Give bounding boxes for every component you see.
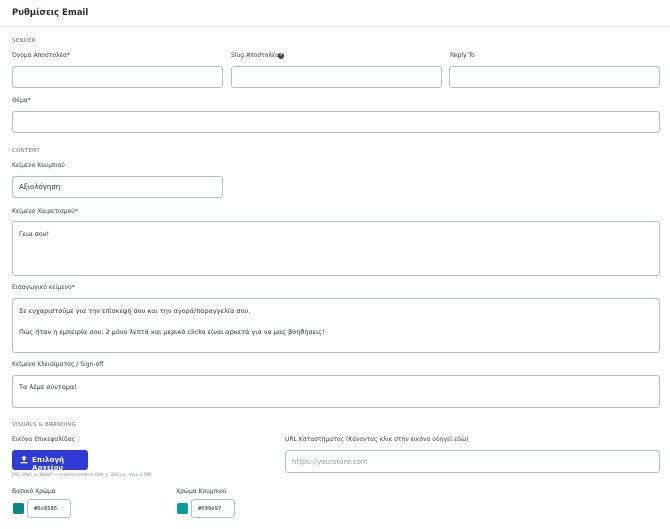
signoff-label: Κείμενο Κλεισίματος / Sign-off	[12, 361, 104, 368]
page-header: Ρυθμίσεις Email	[0, 0, 670, 27]
upload-button-label: Επιλογή Αρχείου	[32, 456, 65, 472]
section-content-label: CONTENT	[12, 148, 40, 154]
header-image-label: Εικόνα Επικεφαλίδας	[12, 436, 76, 443]
greeting-value: Γεια σου!	[19, 230, 50, 238]
question-circle-icon[interactable]: ?	[278, 53, 284, 59]
section-sender-label: SENDER	[12, 38, 36, 44]
reply-to-input[interactable]	[449, 66, 660, 88]
section-visuals-label: VISUALS & BRANDING	[12, 422, 77, 428]
upload-icon	[20, 455, 28, 464]
page-title: Ρυθμίσεις Email	[12, 8, 89, 18]
button-text-label: Κείμενο Κουμπιού	[12, 162, 65, 169]
store-url-placeholder: https://yourstore.com	[292, 457, 368, 466]
main-color-hex-input[interactable]: #0c8585	[27, 499, 71, 518]
button-color-hex-input[interactable]: #099e97	[191, 499, 235, 518]
button-color-label: Χρώμα Κουμπιού	[176, 488, 227, 495]
store-url-label: URL Καταστήματος (Κάνοντας κλικ στην εικ…	[285, 436, 469, 443]
button-text-value: Αξιολόγηση	[19, 183, 61, 191]
upload-hint: JPG, PNG or WebP — recommended: 600 × 30…	[12, 473, 151, 478]
signoff-textarea[interactable]: Τα λέμε σύντομα!	[12, 375, 660, 408]
sender-name-label: Όνομα Αποστολέα*	[12, 52, 70, 59]
greeting-textarea[interactable]: Γεια σου!	[12, 221, 660, 276]
store-url-input[interactable]: https://yourstore.com	[285, 450, 660, 473]
main-color-label: Βασικό Χρώμα	[12, 488, 56, 495]
main-color-value: #0c8585	[34, 506, 58, 512]
sender-slug-label: Slug Αποστολέα*	[231, 52, 283, 59]
subject-input[interactable]	[12, 111, 660, 133]
upload-file-button[interactable]: Επιλογή Αρχείου	[12, 450, 88, 472]
main-color-swatch[interactable]	[13, 503, 24, 514]
greeting-label: Κείμενο Χαιρετισμού*	[12, 208, 78, 215]
intro-label: Εισαγωγικό κείμενο*	[12, 284, 75, 291]
button-color-swatch[interactable]	[177, 503, 188, 514]
button-color-value: #099e97	[198, 506, 222, 512]
subject-label: Θέμα*	[12, 97, 31, 104]
intro-line: Σε ευχαριστούμε για την επίσκεψή σου και…	[19, 307, 251, 315]
intro-textarea[interactable]: Σε ευχαριστούμε για την επίσκεψή σου και…	[12, 298, 660, 353]
reply-to-label: Reply To	[450, 52, 475, 59]
sender-name-input[interactable]	[12, 66, 223, 88]
signoff-value: Τα λέμε σύντομα!	[19, 383, 77, 391]
sender-slug-input[interactable]	[231, 66, 442, 88]
button-text-input[interactable]: Αξιολόγηση	[12, 176, 223, 198]
intro-line: Πώς ήταν η εμπειρία σου; 2 μόνο λεπτά κα…	[19, 328, 325, 336]
